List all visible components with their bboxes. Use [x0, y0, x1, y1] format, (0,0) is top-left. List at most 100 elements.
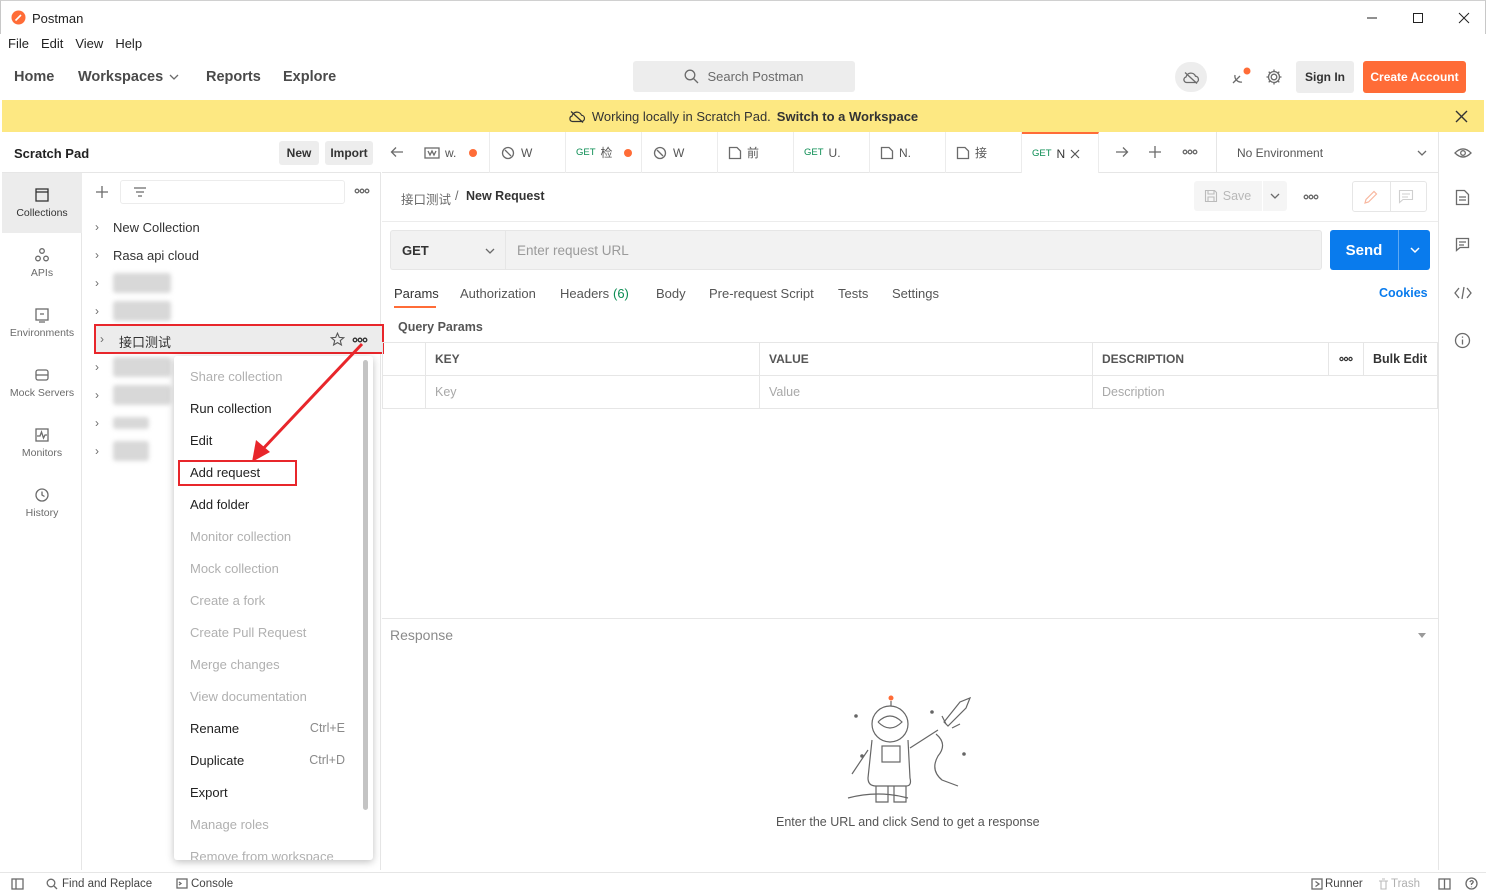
filter-input[interactable] — [120, 180, 345, 204]
request-tab[interactable]: N. — [870, 132, 946, 173]
tab-tests[interactable]: Tests — [838, 286, 868, 301]
switch-workspace-link[interactable]: Switch to a Workspace — [777, 109, 918, 124]
tabs-more-icon[interactable] — [1182, 148, 1198, 156]
pencil-icon[interactable] — [1363, 189, 1379, 205]
arrow-left-icon[interactable] — [390, 146, 404, 158]
nav-reports[interactable]: Reports — [206, 69, 261, 85]
response-collapse-icon[interactable] — [1417, 632, 1427, 639]
rail-collections[interactable]: Collections — [2, 173, 82, 233]
satellite-icon[interactable] — [1230, 67, 1252, 87]
close-tab-icon[interactable] — [1070, 149, 1080, 159]
two-pane-icon[interactable] — [1438, 878, 1451, 890]
app-header: Home Workspaces Reports Explore Search P… — [0, 56, 1486, 100]
rail-apis[interactable]: APIs — [2, 233, 82, 293]
chevron-right-icon: › — [95, 276, 99, 290]
new-tab-icon[interactable] — [1148, 145, 1162, 159]
tab-headers[interactable]: Headers — [560, 286, 609, 301]
save-options-button[interactable] — [1262, 181, 1287, 211]
search-bar[interactable]: Search Postman — [633, 61, 855, 92]
minimize-icon[interactable] — [1349, 5, 1395, 31]
import-button[interactable]: Import — [325, 141, 373, 165]
tab-pre-request-script[interactable]: Pre-request Script — [709, 286, 814, 301]
request-more-icon[interactable] — [1303, 193, 1319, 201]
request-tab[interactable]: 接 — [946, 132, 1022, 173]
key-input[interactable]: Key — [425, 375, 760, 409]
eye-icon[interactable] — [1454, 147, 1472, 159]
collection-row[interactable]: › New Collection — [95, 213, 381, 241]
save-button[interactable]: Save — [1194, 181, 1261, 211]
menu-edit[interactable]: Edit — [41, 34, 63, 56]
console-button[interactable]: Console — [191, 878, 233, 890]
nav-workspaces[interactable]: Workspaces — [78, 69, 163, 85]
info-icon[interactable] — [1454, 332, 1471, 349]
settings-gear-icon[interactable] — [1265, 68, 1283, 86]
chevron-down-icon[interactable] — [169, 73, 179, 81]
column-key: KEY — [425, 342, 760, 376]
breadcrumb-collection[interactable]: 接口测试 — [401, 189, 451, 208]
arrow-right-icon[interactable] — [1115, 146, 1129, 158]
trash-button[interactable]: Trash — [1391, 878, 1420, 890]
tab-settings[interactable]: Settings — [892, 286, 939, 301]
create-account-button[interactable]: Create Account — [1363, 61, 1466, 93]
request-tab[interactable]: W — [642, 132, 718, 173]
documentation-icon[interactable] — [1455, 189, 1470, 206]
tab-body[interactable]: Body — [656, 286, 686, 301]
redacted-text — [113, 385, 171, 405]
description-input[interactable]: Description — [1092, 375, 1438, 409]
maximize-icon[interactable] — [1395, 5, 1441, 31]
collection-row-redacted[interactable]: › — [95, 269, 381, 297]
value-input[interactable]: Value — [759, 375, 1093, 409]
menu-edit[interactable]: Edit — [190, 424, 212, 456]
cloud-sync-icon[interactable] — [1175, 62, 1207, 92]
rail-mock-servers[interactable]: Mock Servers — [2, 353, 82, 413]
find-replace-button[interactable]: Find and Replace — [62, 878, 152, 890]
close-banner-icon[interactable] — [1455, 110, 1468, 123]
code-icon[interactable] — [1454, 286, 1472, 300]
tab-authorization[interactable]: Authorization — [460, 286, 536, 301]
response-empty-text: Enter the URL and click Send to get a re… — [776, 815, 1040, 829]
collection-row[interactable]: › Rasa api cloud — [95, 241, 381, 269]
runner-button[interactable]: Runner — [1325, 878, 1363, 890]
collection-row-redacted[interactable]: › — [95, 297, 381, 325]
close-window-icon[interactable] — [1441, 5, 1486, 31]
new-button[interactable]: New — [279, 141, 319, 165]
url-input[interactable] — [505, 230, 1322, 270]
toggle-sidebar-icon[interactable] — [11, 878, 24, 890]
more-options-icon[interactable] — [354, 187, 370, 195]
menu-help[interactable]: Help — [115, 34, 142, 56]
menu-export[interactable]: Export — [190, 776, 228, 808]
request-tab[interactable]: GET U. — [794, 132, 870, 173]
request-tab[interactable]: W — [490, 132, 566, 173]
help-icon[interactable] — [1465, 877, 1478, 890]
cookies-link[interactable]: Cookies — [1379, 286, 1428, 300]
request-tab[interactable]: GET 检 — [566, 132, 642, 173]
menu-add-folder[interactable]: Add folder — [190, 488, 249, 520]
send-button[interactable]: Send — [1330, 230, 1430, 270]
request-tab[interactable]: w. — [414, 132, 490, 173]
request-name[interactable]: New Request — [466, 189, 545, 203]
table-cell — [382, 375, 426, 409]
menu-duplicate[interactable]: Duplicate — [190, 744, 244, 776]
sidebar-header: Scratch Pad New Import — [2, 132, 381, 173]
add-collection-icon[interactable] — [95, 185, 109, 199]
sign-in-button[interactable]: Sign In — [1296, 61, 1354, 93]
send-options-icon[interactable] — [1399, 246, 1430, 254]
bulk-edit-link[interactable]: Bulk Edit — [1363, 342, 1438, 376]
nav-home[interactable]: Home — [14, 69, 54, 85]
environment-selector[interactable]: No Environment — [1216, 132, 1438, 173]
comments-icon[interactable] — [1455, 237, 1470, 252]
nav-explore[interactable]: Explore — [283, 69, 336, 85]
menu-view[interactable]: View — [75, 34, 103, 56]
rail-monitors[interactable]: Monitors — [2, 413, 82, 473]
comment-view-icon[interactable] — [1398, 189, 1414, 204]
rail-history[interactable]: History — [2, 473, 82, 533]
table-more-cell[interactable] — [1328, 342, 1364, 376]
rail-environments[interactable]: Environments — [2, 293, 82, 353]
tab-params[interactable]: Params — [394, 286, 439, 301]
method-select[interactable]: GET — [390, 230, 505, 270]
menu-file[interactable]: File — [8, 34, 29, 56]
request-tab-active[interactable]: GET N — [1022, 132, 1099, 173]
menu-rename[interactable]: Rename — [190, 712, 239, 744]
send-label: Send — [1345, 241, 1383, 259]
request-tab[interactable]: 前 — [718, 132, 794, 173]
